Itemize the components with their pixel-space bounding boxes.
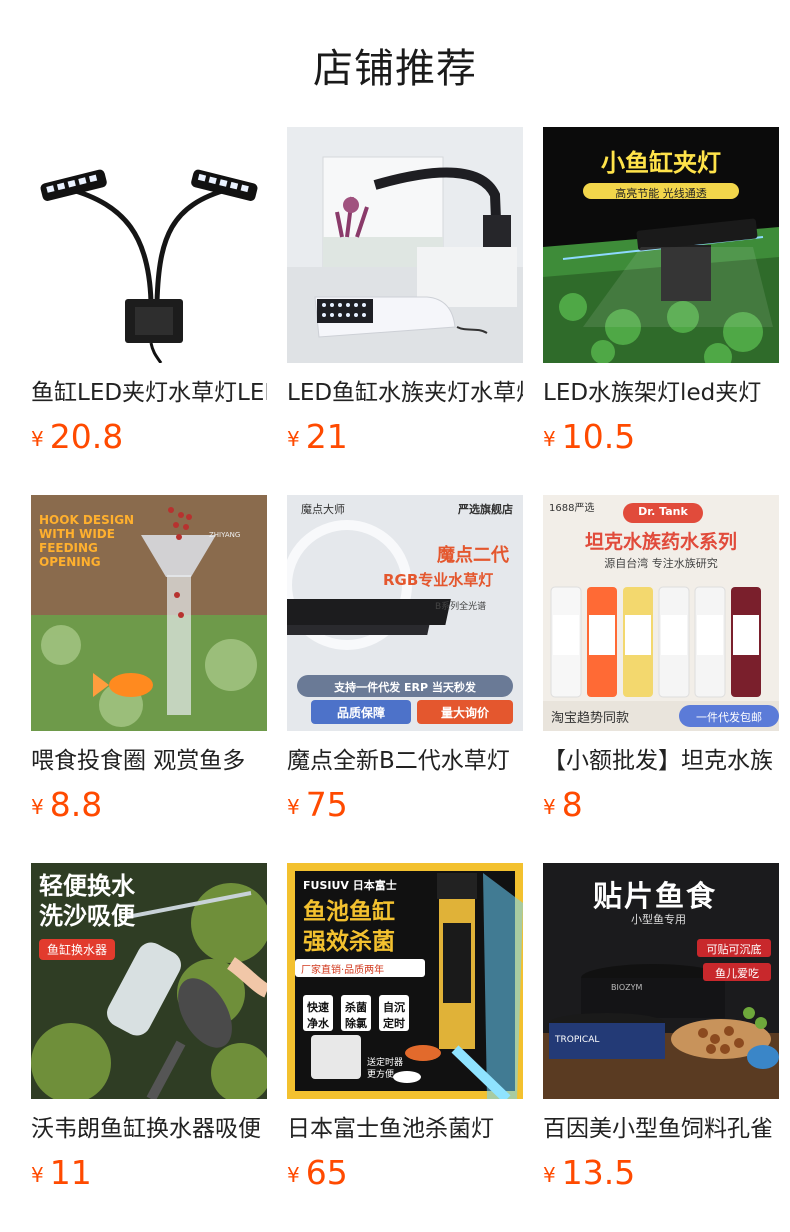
image-overlay-brand: 魔点大师 xyxy=(301,503,345,516)
product-price: ¥75 xyxy=(287,783,348,827)
price-value: 10.5 xyxy=(561,417,636,456)
product-image[interactable] xyxy=(287,495,523,731)
section-title: 店铺推荐 xyxy=(313,46,477,92)
product-price: ¥21 xyxy=(287,415,348,459)
currency-symbol: ¥ xyxy=(543,795,556,819)
product-price: ¥8.8 xyxy=(31,783,102,827)
product-price: ¥10.5 xyxy=(543,415,635,459)
image-overlay-feature: 杀菌除氯 xyxy=(345,1001,367,1030)
image-overlay-store: 严选旗舰店 xyxy=(458,503,513,516)
image-overlay-tag: 厂家直销·品质两年 xyxy=(301,965,385,976)
brand-logo: ZHIYANG xyxy=(209,531,241,539)
product-image[interactable] xyxy=(31,127,267,363)
image-overlay-note: 送定时器 更方便 xyxy=(367,1058,404,1080)
product-name[interactable]: 喂食投食圈 观赏鱼多 xyxy=(31,743,267,779)
image-overlay-banner: 支持一件代发 ERP 当天秒发 xyxy=(334,681,476,694)
image-overlay-text: HOOK DESIGN WITH WIDE FEEDING OPENING xyxy=(39,513,135,569)
product-price: ¥11 xyxy=(31,1151,92,1195)
currency-symbol: ¥ xyxy=(287,427,300,451)
currency-symbol: ¥ xyxy=(287,1163,300,1187)
image-overlay-subtitle: 高亮节能 光线通透 xyxy=(615,187,707,200)
product-name[interactable]: 百因美小型鱼饲料孔雀 xyxy=(543,1111,779,1147)
product-price: ¥20.8 xyxy=(31,415,123,459)
image-overlay-label: TROPICAL xyxy=(555,1035,600,1045)
image-overlay-title: 鱼池鱼缸 强效杀菌 xyxy=(303,899,395,955)
brand-logo: Dr. Tank xyxy=(638,505,688,518)
product-name[interactable]: 日本富士鱼池杀菌灯 xyxy=(287,1111,523,1147)
image-overlay-badge: 鱼缸换水器 xyxy=(39,939,116,960)
image-overlay-subtitle: 小型鱼专用 xyxy=(631,913,686,926)
price-value: 8.8 xyxy=(49,785,103,824)
image-overlay-feature: 自沉定时 xyxy=(383,1001,405,1030)
image-overlay-tag: 可贴可沉底 xyxy=(706,943,762,956)
product-price: ¥13.5 xyxy=(543,1151,635,1195)
currency-symbol: ¥ xyxy=(287,795,300,819)
image-overlay-badge: 品质保障 xyxy=(336,706,385,720)
image-overlay-brand: FUSIUV 日本富士 xyxy=(303,879,397,892)
image-overlay-tag: 鱼儿爱吃 xyxy=(715,967,759,980)
currency-symbol: ¥ xyxy=(543,1163,556,1187)
currency-symbol: ¥ xyxy=(31,795,44,819)
product-name[interactable]: 魔点全新B二代水草灯 xyxy=(287,743,523,779)
product-name[interactable]: 【小额批发】坦克水族 xyxy=(543,743,779,779)
price-value: 13.5 xyxy=(561,1153,636,1192)
product-name[interactable]: LED水族架灯led夹灯 xyxy=(543,375,779,411)
price-value: 21 xyxy=(305,417,348,456)
image-overlay-title: 贴片鱼食 xyxy=(593,879,718,913)
image-overlay-tag: B系列全光谱 xyxy=(435,602,487,612)
image-overlay-feature: 快速净水 xyxy=(307,1001,329,1030)
image-overlay-right: 一件代发包邮 xyxy=(696,711,762,724)
currency-symbol: ¥ xyxy=(31,427,44,451)
product-price: ¥65 xyxy=(287,1151,348,1195)
image-overlay-title: 魔点二代 xyxy=(437,545,509,566)
image-overlay-title: 轻便换水 洗沙吸便 xyxy=(39,872,135,930)
image-overlay-left: 淘宝趋势同款 xyxy=(551,711,630,726)
product-price: ¥8 xyxy=(543,783,583,827)
price-value: 65 xyxy=(305,1153,348,1192)
product-image[interactable] xyxy=(287,127,523,363)
image-overlay-subtitle: 源自台湾 专注水族研究 xyxy=(604,557,718,570)
image-overlay-title: 小鱼缸夹灯 xyxy=(601,149,721,177)
price-value: 20.8 xyxy=(49,417,124,456)
image-overlay-badge: 量大询价 xyxy=(440,706,489,720)
price-value: 11 xyxy=(49,1153,92,1192)
image-overlay-subtitle: RGB专业水草灯 xyxy=(383,571,494,589)
image-overlay-title: 坦克水族药水系列 xyxy=(584,531,737,553)
price-value: 75 xyxy=(305,785,348,824)
price-value: 8 xyxy=(561,785,583,824)
brand-logo: BIOZYM xyxy=(611,983,643,992)
product-name[interactable]: LED鱼缸水族夹灯水草灯 xyxy=(287,375,523,411)
image-overlay-tag: 1688严选 xyxy=(549,503,595,514)
currency-symbol: ¥ xyxy=(31,1163,44,1187)
currency-symbol: ¥ xyxy=(543,427,556,451)
product-name[interactable]: 鱼缸LED夹灯水草灯LED xyxy=(31,375,267,411)
product-name[interactable]: 沃韦朗鱼缸换水器吸便 xyxy=(31,1111,267,1147)
